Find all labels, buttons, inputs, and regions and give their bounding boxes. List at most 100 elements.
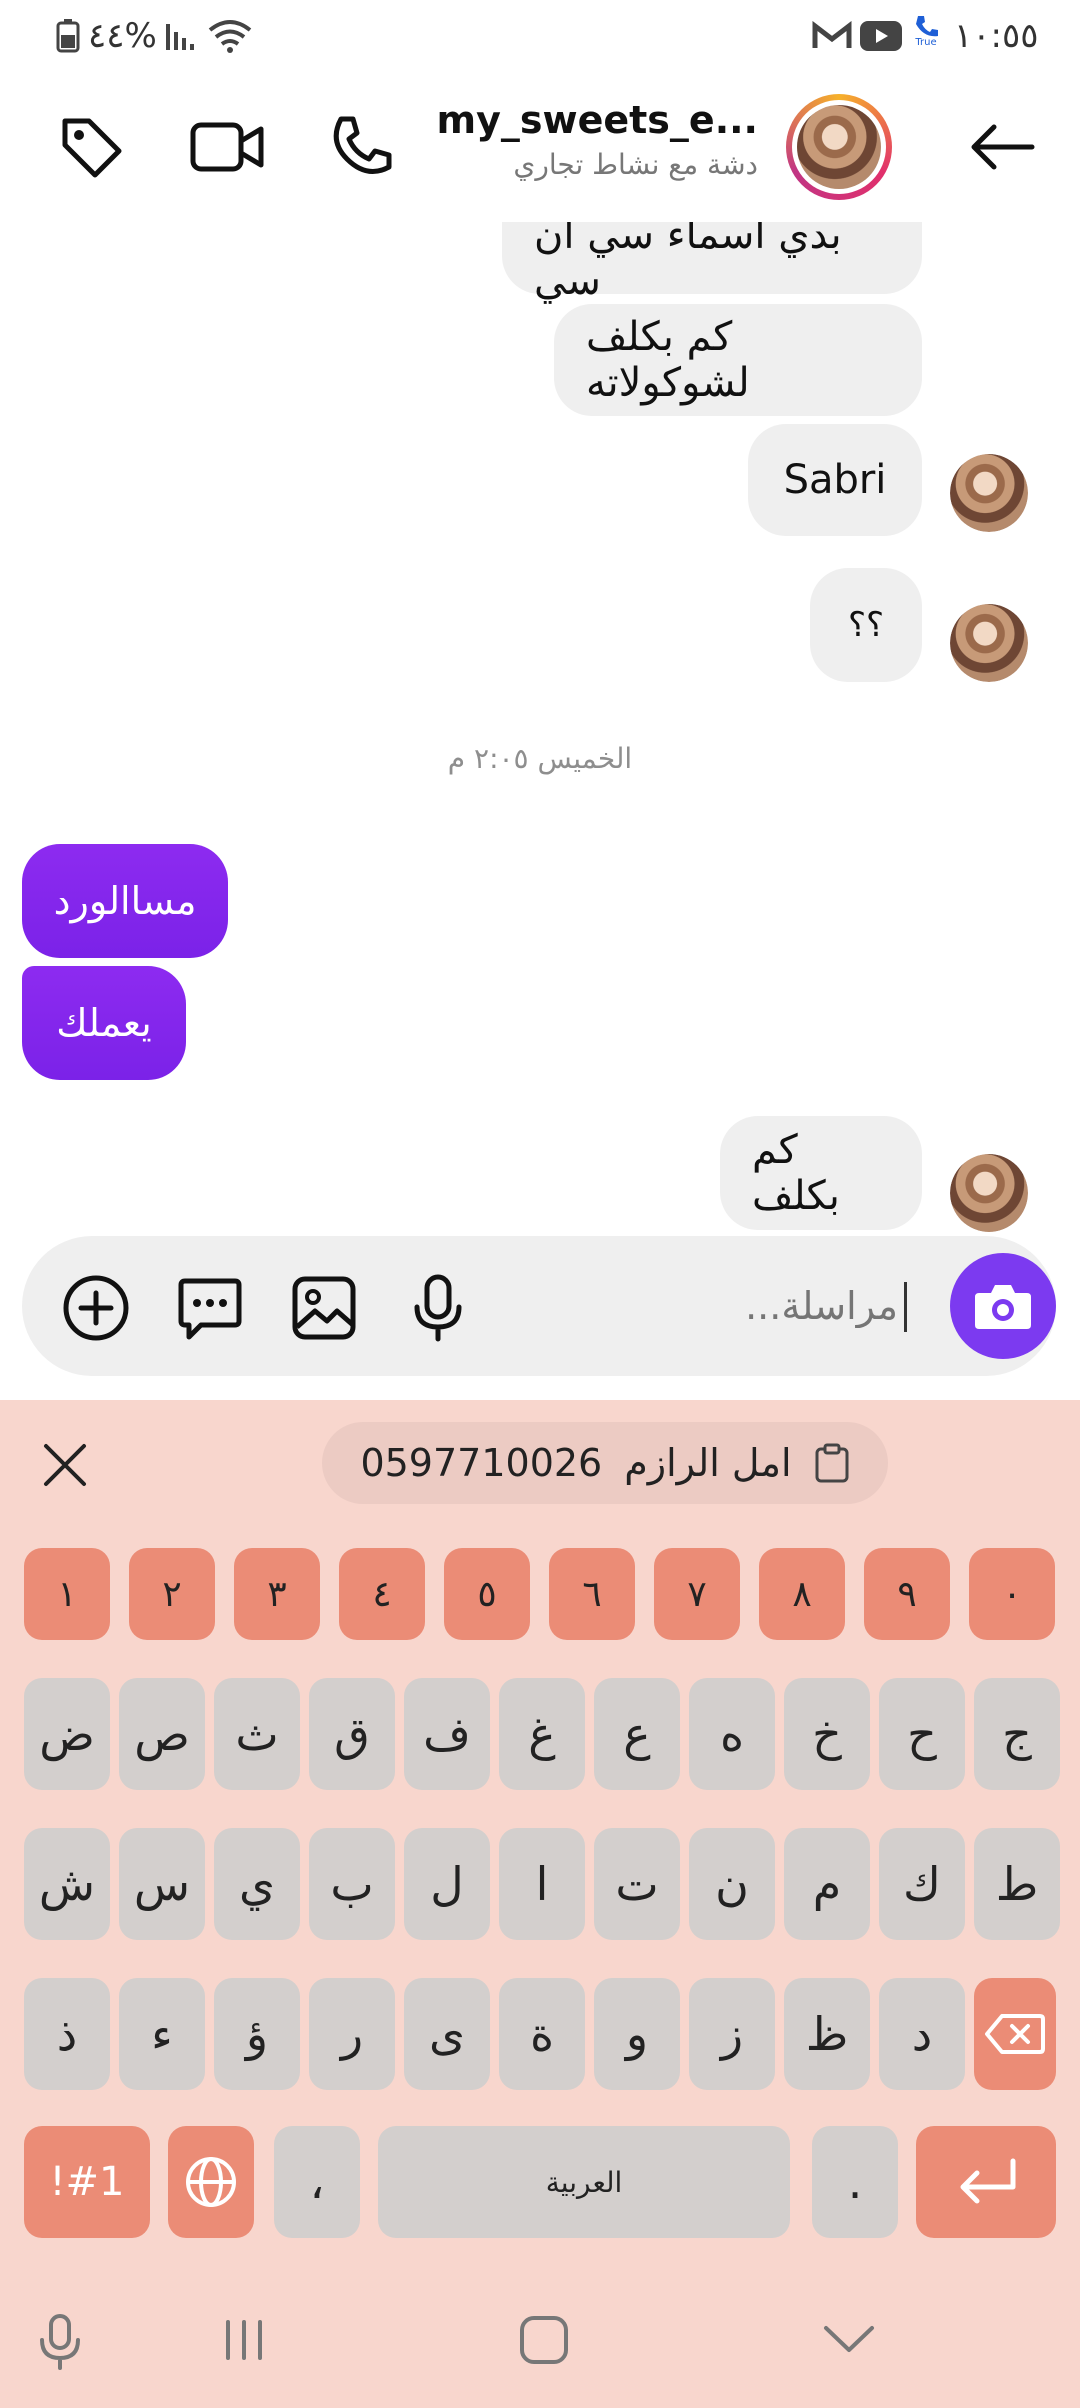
comma-key[interactable]: ،	[274, 2126, 360, 2238]
key[interactable]: ٤	[339, 1548, 425, 1640]
close-icon[interactable]	[30, 1430, 100, 1500]
key[interactable]: ر	[309, 1978, 395, 2090]
key[interactable]: ذ	[24, 1978, 110, 2090]
message-text: مساالورد	[53, 879, 197, 923]
message-bubble[interactable]: Sabri	[748, 424, 922, 536]
key[interactable]: ٢	[129, 1548, 215, 1640]
key[interactable]: ق	[309, 1678, 395, 1790]
message-text: ؟؟	[847, 605, 885, 645]
key[interactable]: م	[784, 1828, 870, 1940]
key[interactable]: ب	[309, 1828, 395, 1940]
key[interactable]: ة	[499, 1978, 585, 2090]
period-key[interactable]: .	[812, 2126, 898, 2238]
key[interactable]: ؤ	[214, 1978, 300, 2090]
key[interactable]: ٧	[654, 1548, 740, 1640]
key[interactable]: ٩	[864, 1548, 950, 1640]
battery-percent: ٤٤%	[88, 16, 157, 56]
message-list[interactable]: بدي اسماء سي ان سي كم بكلف لشوكولاته Sab…	[0, 222, 1080, 1236]
key[interactable]: ش	[24, 1828, 110, 1940]
camera-button[interactable]	[950, 1253, 1056, 1359]
symbols-key[interactable]: !#1	[24, 2126, 150, 2238]
key[interactable]: ٨	[759, 1548, 845, 1640]
key[interactable]: ء	[119, 1978, 205, 2090]
key[interactable]: ض	[24, 1678, 110, 1790]
key[interactable]: ص	[119, 1678, 205, 1790]
key[interactable]: ا	[499, 1828, 585, 1940]
backspace-key[interactable]	[974, 1978, 1056, 2090]
gallery-icon[interactable]	[284, 1268, 364, 1348]
system-navigation-bar	[0, 2290, 1080, 2408]
key[interactable]: ٣	[234, 1548, 320, 1640]
key[interactable]: ٥	[444, 1548, 530, 1640]
key[interactable]: ح	[879, 1678, 965, 1790]
sender-avatar[interactable]	[950, 1154, 1028, 1232]
signal-icon	[164, 14, 204, 58]
key[interactable]: ١	[24, 1548, 110, 1640]
message-text: يعملك	[56, 1001, 152, 1045]
key[interactable]: ي	[214, 1828, 300, 1940]
back-arrow-icon[interactable]	[956, 102, 1046, 192]
key[interactable]: و	[594, 1978, 680, 2090]
camera-icon	[975, 1285, 1031, 1329]
message-bubble[interactable]: كم بكلف	[720, 1116, 922, 1230]
backspace-icon	[985, 2014, 1045, 2054]
key[interactable]: ل	[404, 1828, 490, 1940]
key[interactable]: ز	[689, 1978, 775, 2090]
key[interactable]: ن	[689, 1828, 775, 1940]
key[interactable]: ٠	[969, 1548, 1055, 1640]
chat-subtitle: دشة مع نشاط تجاري	[513, 148, 758, 181]
sender-avatar[interactable]	[950, 604, 1028, 682]
language-key[interactable]	[168, 2126, 254, 2238]
key[interactable]: ٦	[549, 1548, 635, 1640]
key[interactable]: ج	[974, 1678, 1060, 1790]
key[interactable]: غ	[499, 1678, 585, 1790]
message-bubble[interactable]: بدي اسماء سي ان سي	[502, 222, 922, 304]
call-carrier-icon: True	[912, 14, 940, 58]
avatar-image	[797, 105, 881, 189]
message-bubble[interactable]: كم بكلف لشوكولاته	[554, 304, 922, 416]
battery-icon	[56, 19, 80, 53]
tag-icon[interactable]	[46, 102, 136, 192]
message-bubble-sent[interactable]: مساالورد	[22, 844, 228, 958]
key[interactable]: ث	[214, 1678, 300, 1790]
chat-title[interactable]: my_sweets_e...	[437, 98, 759, 142]
message-bubble[interactable]: ؟؟	[810, 568, 922, 682]
key[interactable]: خ	[784, 1678, 870, 1790]
key[interactable]: ط	[974, 1828, 1060, 1940]
text-cursor	[904, 1282, 907, 1332]
add-icon[interactable]	[56, 1268, 136, 1348]
key[interactable]: ه	[689, 1678, 775, 1790]
message-text: كم بكلف لشوكولاته	[586, 314, 750, 406]
key[interactable]: ف	[404, 1678, 490, 1790]
key[interactable]: ت	[594, 1828, 680, 1940]
clock: ١٠:٥٥	[954, 16, 1039, 56]
space-key[interactable]: العربية	[378, 2126, 790, 2238]
sticker-chat-icon[interactable]	[170, 1268, 250, 1348]
key[interactable]: ظ	[784, 1978, 870, 2090]
wifi-icon	[206, 14, 254, 58]
enter-key[interactable]	[916, 2126, 1056, 2238]
key[interactable]: س	[119, 1828, 205, 1940]
key[interactable]: ك	[879, 1828, 965, 1940]
profile-avatar[interactable]	[786, 94, 892, 200]
sender-avatar[interactable]	[950, 454, 1028, 532]
clipboard-icon	[815, 1443, 849, 1483]
home-icon[interactable]	[516, 2312, 572, 2368]
message-bubble-sent[interactable]: يعملك	[22, 966, 186, 1080]
hide-keyboard-icon[interactable]	[818, 2316, 880, 2362]
key[interactable]: ى	[404, 1978, 490, 2090]
message-input[interactable]	[600, 1266, 900, 1346]
microphone-icon[interactable]	[398, 1268, 478, 1348]
youtube-icon	[860, 14, 902, 58]
gmail-icon	[812, 14, 852, 58]
video-call-icon[interactable]	[182, 102, 272, 192]
date-separator: الخميس ٢:٠٥ م	[447, 742, 633, 775]
enter-icon	[960, 2158, 1016, 2204]
clipboard-suggestion[interactable]: امل الرازم 0597710026	[322, 1422, 888, 1504]
clipboard-name: امل الرازم	[624, 1441, 792, 1485]
keyboard-mic-icon[interactable]	[34, 2312, 86, 2372]
key[interactable]: ع	[594, 1678, 680, 1790]
key[interactable]: د	[879, 1978, 965, 2090]
recent-apps-icon[interactable]	[218, 2314, 270, 2366]
phone-call-icon[interactable]	[316, 102, 406, 192]
